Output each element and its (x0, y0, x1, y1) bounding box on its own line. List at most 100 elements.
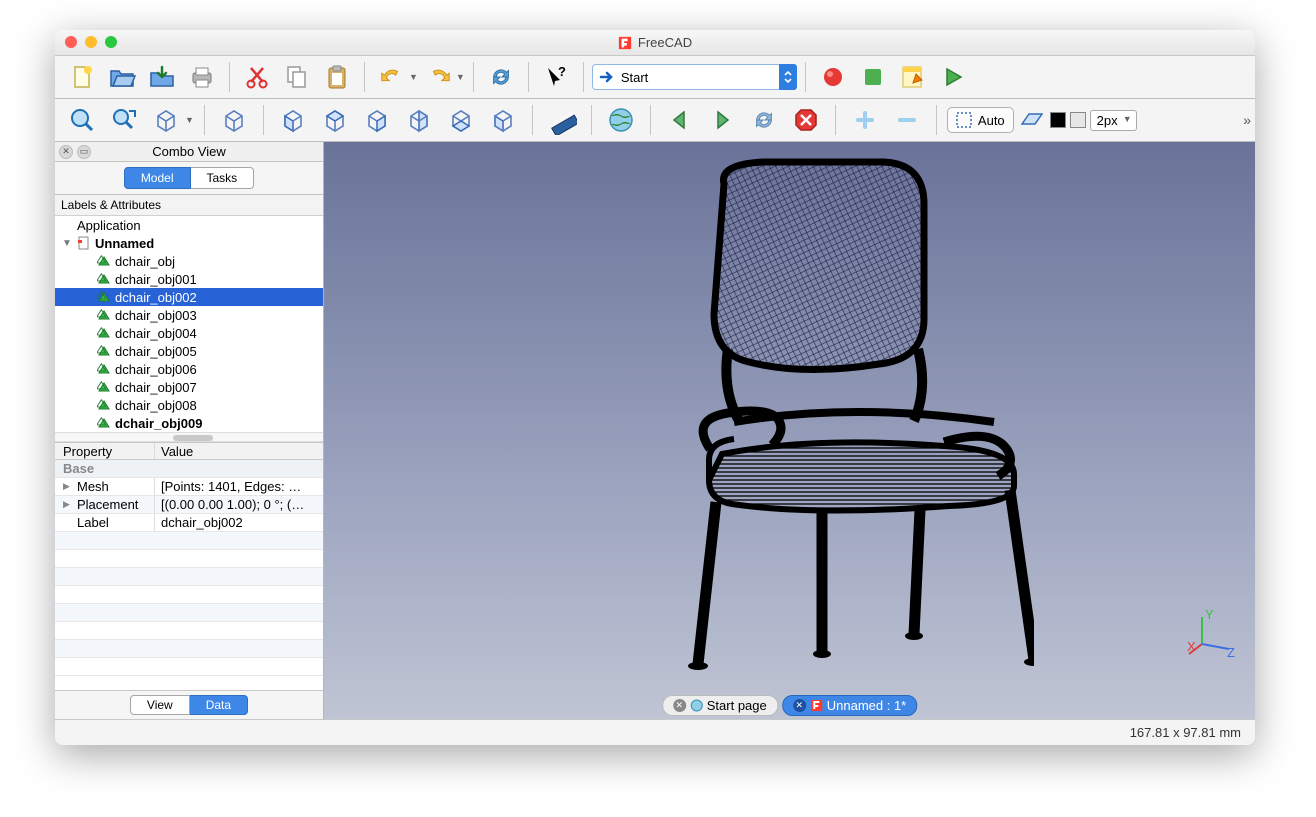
nav-back-button[interactable] (661, 101, 699, 139)
doc-tab-unnamed[interactable]: ✕ Unnamed : 1* (782, 695, 918, 716)
redo-button[interactable] (420, 58, 458, 96)
prop-header-value[interactable]: Value (155, 444, 323, 459)
copy-button[interactable] (278, 58, 316, 96)
refresh-button[interactable] (482, 58, 520, 96)
panel-float-icon[interactable]: ▭ (77, 145, 91, 159)
nav-refresh-button[interactable] (745, 101, 783, 139)
nav-forward-button[interactable] (703, 101, 741, 139)
linewidth-select[interactable]: 2px ▼ (1090, 110, 1137, 131)
tab-data[interactable]: Data (190, 695, 248, 715)
workbench-selector[interactable]: Start (592, 64, 797, 90)
svg-text:Y: Y (1205, 609, 1214, 622)
doc-tab-start-label: Start page (707, 698, 767, 713)
prop-group-base: Base (55, 460, 323, 477)
whats-this-button[interactable]: ? (537, 58, 575, 96)
close-icon[interactable]: ✕ (793, 699, 806, 712)
isometric-view-button[interactable] (215, 101, 253, 139)
redo-dropdown-icon[interactable]: ▼ (456, 72, 465, 82)
workbench-label: Start (621, 70, 648, 85)
zoom-window-button[interactable] (105, 36, 117, 48)
top-view-button[interactable] (316, 101, 354, 139)
draw-style-dropdown-icon[interactable]: ▼ (185, 115, 194, 125)
tree-item[interactable]: dchair_obj004 (55, 324, 323, 342)
axis-indicator: Y X Z (1187, 609, 1237, 659)
macro-record-button[interactable] (814, 58, 852, 96)
fit-selection-button[interactable] (105, 101, 143, 139)
macro-stop-button[interactable] (854, 58, 892, 96)
fit-all-button[interactable] (63, 101, 101, 139)
tree-item[interactable]: dchair_obj008 (55, 396, 323, 414)
model-tree[interactable]: Application▼Unnameddchair_objdchair_obj0… (55, 216, 323, 432)
app-icon (618, 36, 632, 50)
tab-view[interactable]: View (130, 695, 190, 715)
tree-root[interactable]: Application (55, 216, 323, 234)
property-row[interactable]: ▶Mesh[Points: 1401, Edges: … (55, 478, 323, 496)
svg-text:?: ? (558, 65, 566, 79)
doc-tab-unnamed-label: Unnamed : 1* (827, 698, 907, 713)
doc-tab-start[interactable]: ✕ Start page (662, 695, 778, 716)
tree-item[interactable]: dchair_obj (55, 252, 323, 270)
status-dimensions: 167.81 x 97.81 mm (1130, 725, 1241, 740)
combo-view-title: Combo View (152, 144, 225, 159)
3d-viewport[interactable]: Y X Z ✕ Start page ✕ Unnamed : 1* (324, 142, 1255, 719)
tree-item[interactable]: dchair_obj009 (55, 414, 323, 432)
zoom-out-button[interactable] (888, 101, 926, 139)
nav-stop-button[interactable] (787, 101, 825, 139)
property-row[interactable]: Labeldchair_obj002 (55, 514, 323, 532)
tab-model[interactable]: Model (124, 167, 191, 189)
freecad-doc-icon (810, 699, 823, 712)
toolbar-file: ▼ ▼ ? Start (55, 56, 1255, 99)
toolbar-overflow-icon[interactable]: » (1243, 112, 1249, 128)
plane-button[interactable] (1018, 101, 1046, 139)
measure-button[interactable] (543, 101, 581, 139)
svg-text:Z: Z (1227, 645, 1235, 659)
zoom-in-button[interactable] (846, 101, 884, 139)
minimize-window-button[interactable] (85, 36, 97, 48)
macro-edit-button[interactable] (894, 58, 932, 96)
save-button[interactable] (143, 58, 181, 96)
new-button[interactable] (63, 58, 101, 96)
bottom-view-button[interactable] (442, 101, 480, 139)
svg-text:X: X (1187, 639, 1196, 654)
auto-label: Auto (978, 113, 1005, 128)
panel-close-icon[interactable]: ✕ (59, 145, 73, 159)
web-button[interactable] (602, 101, 640, 139)
face-color-swatch[interactable] (1070, 112, 1086, 128)
open-button[interactable] (103, 58, 141, 96)
front-view-button[interactable] (274, 101, 312, 139)
tree-item[interactable]: dchair_obj003 (55, 306, 323, 324)
close-icon[interactable]: ✕ (673, 699, 686, 712)
macro-run-button[interactable] (934, 58, 972, 96)
close-window-button[interactable] (65, 36, 77, 48)
undo-button[interactable] (373, 58, 411, 96)
document-tabs: ✕ Start page ✕ Unnamed : 1* (662, 695, 918, 716)
print-button[interactable] (183, 58, 221, 96)
construction-icon (956, 112, 972, 128)
line-color-swatch[interactable] (1050, 112, 1066, 128)
app-title: FreeCAD (638, 35, 692, 50)
undo-dropdown-icon[interactable]: ▼ (409, 72, 418, 82)
toolbar-view: ▼ Auto 2px ▼ » (55, 99, 1255, 142)
combo-view-panel: ✕▭ Combo View Model Tasks Labels & Attri… (55, 142, 324, 719)
window-controls (65, 36, 117, 48)
tree-document[interactable]: ▼Unnamed (55, 234, 323, 252)
construction-mode-toggle[interactable]: Auto (947, 107, 1014, 133)
property-table: Property Value Base ▶Mesh[Points: 1401, … (55, 442, 323, 690)
right-view-button[interactable] (358, 101, 396, 139)
tree-item[interactable]: dchair_obj007 (55, 378, 323, 396)
paste-button[interactable] (318, 58, 356, 96)
prop-header-property[interactable]: Property (55, 443, 155, 459)
combo-view-header: ✕ ▭ Combo View (55, 142, 323, 162)
property-row[interactable]: ▶Placement[(0.00 0.00 1.00); 0 °; (… (55, 496, 323, 514)
tab-tasks[interactable]: Tasks (191, 167, 255, 189)
cut-button[interactable] (238, 58, 276, 96)
tree-item[interactable]: dchair_obj006 (55, 360, 323, 378)
left-view-button[interactable] (484, 101, 522, 139)
linewidth-value: 2px (1097, 113, 1118, 128)
tree-hscrollbar[interactable] (55, 432, 323, 442)
rear-view-button[interactable] (400, 101, 438, 139)
tree-item[interactable]: dchair_obj002 (55, 288, 323, 306)
draw-style-button[interactable] (147, 101, 185, 139)
tree-item[interactable]: dchair_obj001 (55, 270, 323, 288)
tree-item[interactable]: dchair_obj005 (55, 342, 323, 360)
